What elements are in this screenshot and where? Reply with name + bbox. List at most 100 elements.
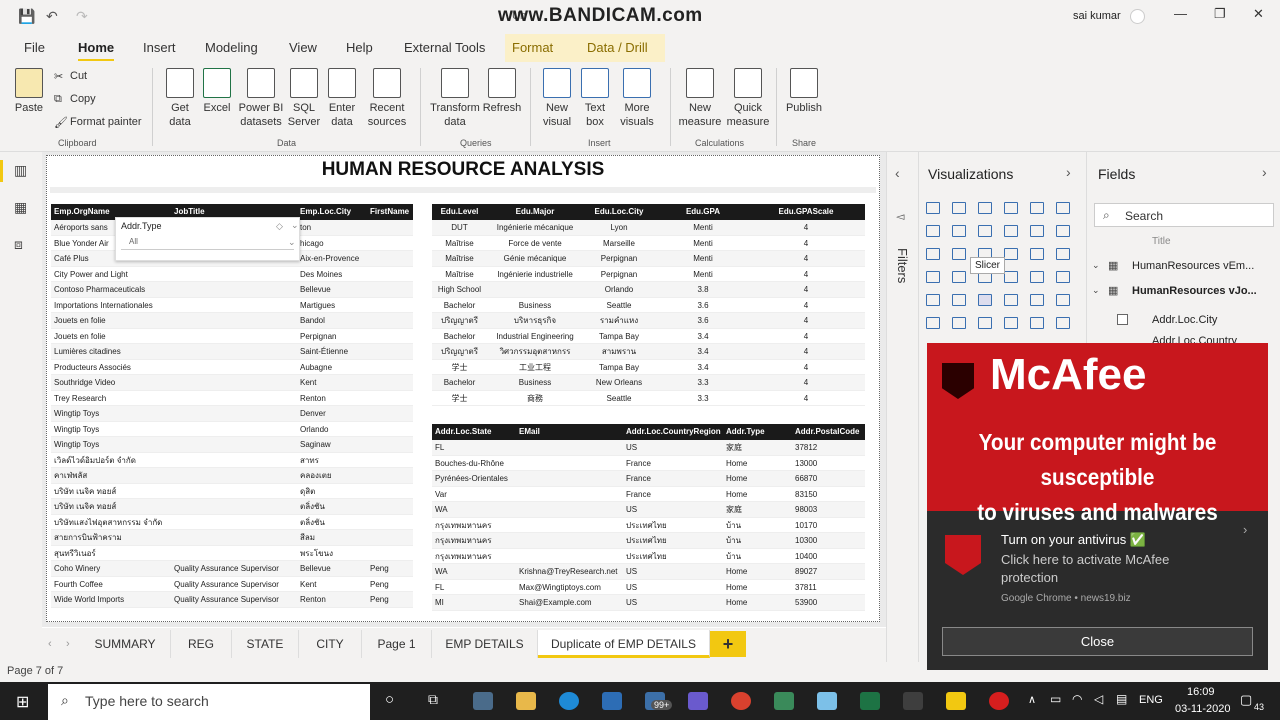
chevron-right-icon[interactable]: › bbox=[1066, 164, 1071, 180]
table-row[interactable]: Maîtrise Force de vente Marseille Menti 4 bbox=[432, 236, 865, 251]
employee-table[interactable]: Emp.OrgName JobTitle Emp.Loc.City FirstName… bbox=[51, 204, 413, 608]
table-row[interactable]: 学士 工业工程 Tampa Bay 3.4 4 bbox=[432, 360, 865, 375]
undo-icon[interactable]: ↶ bbox=[46, 8, 58, 25]
field-table-vjob[interactable]: HumanResources vJo... bbox=[1132, 285, 1257, 297]
excel-button[interactable]: Excel bbox=[200, 68, 234, 115]
more-visuals-button[interactable]: More visuals bbox=[612, 68, 662, 129]
table-row[interactable]: เวิลด์ไวด์อิมปอร์ต จำกัด สาทร bbox=[51, 453, 413, 468]
visual-type-icon[interactable] bbox=[926, 248, 940, 260]
table-row[interactable]: Var France Home 83150 bbox=[432, 487, 865, 502]
tab-external-tools[interactable]: External Tools bbox=[404, 40, 485, 55]
tab-state[interactable]: STATE bbox=[232, 630, 299, 658]
tab-home[interactable]: Home bbox=[78, 40, 115, 61]
restore-icon[interactable]: ❐ bbox=[1214, 6, 1226, 22]
redo-icon[interactable]: ↷ bbox=[76, 8, 88, 25]
avatar[interactable] bbox=[1130, 9, 1145, 24]
column-header[interactable]: EMail bbox=[516, 424, 623, 440]
column-header[interactable]: Edu.GPAScale bbox=[751, 204, 861, 220]
field-table-vemployee[interactable]: HumanResources vEm... bbox=[1132, 260, 1254, 272]
address-table[interactable]: Addr.Loc.State EMail Addr.Loc.CountryRegio… bbox=[432, 424, 865, 611]
copy-button[interactable]: Copy bbox=[70, 93, 96, 105]
table-row[interactable]: FL Max@Wingtiptoys.com US Home 37811 bbox=[432, 580, 865, 595]
slicer-dropdown[interactable]: All bbox=[121, 234, 294, 250]
refresh-button[interactable]: Refresh bbox=[482, 68, 522, 115]
chevron-down-icon[interactable]: ⌄ bbox=[1092, 260, 1100, 271]
table-row[interactable]: กรุงเทพมหานคร ประเทศไทย บ้าน 10170 bbox=[432, 518, 865, 533]
visual-type-icon[interactable] bbox=[926, 202, 940, 214]
visual-type-icon[interactable] bbox=[1056, 271, 1070, 283]
table-row[interactable]: บริษัท เนจิค ทอยส์ ดุสิต bbox=[51, 484, 413, 499]
visual-type-icon[interactable] bbox=[1056, 317, 1070, 329]
powerbi-icon[interactable] bbox=[946, 692, 966, 710]
format-painter-button[interactable]: Format painter bbox=[70, 116, 142, 128]
visual-type-icon[interactable] bbox=[926, 225, 940, 237]
visual-type-icon[interactable] bbox=[926, 317, 940, 329]
task-view-icon[interactable]: ⧉ bbox=[428, 691, 438, 708]
table-row[interactable]: Jouets en folie Bandol bbox=[51, 313, 413, 329]
table-row[interactable]: WA Krishna@TreyResearch.net US Home 89027 bbox=[432, 564, 865, 580]
network-icon[interactable]: ▭ bbox=[1050, 692, 1061, 706]
table-row[interactable]: Bachelor Industrial Engineering Tampa Bay 3… bbox=[432, 329, 865, 344]
app-icon[interactable] bbox=[817, 692, 837, 710]
windows-start-icon[interactable]: ⊞ bbox=[16, 692, 29, 712]
table-row[interactable]: Maîtrise Ingénierie industrielle Perpignan… bbox=[432, 267, 865, 282]
table-row[interactable]: FL US 家庭 37812 bbox=[432, 440, 865, 456]
clock-time[interactable]: 16:09 bbox=[1187, 686, 1215, 698]
new-measure-button[interactable]: New measure bbox=[676, 68, 724, 129]
table-row[interactable]: Maîtrise Génie mécanique Perpignan Menti 4 bbox=[432, 251, 865, 267]
table-row[interactable]: Trey Research Renton bbox=[51, 391, 413, 406]
visual-type-icon[interactable] bbox=[926, 271, 940, 283]
chevron-down-icon[interactable]: ⌄ bbox=[1092, 285, 1100, 296]
model-view-icon[interactable]: ⧈ bbox=[14, 236, 23, 253]
addr-type-slicer[interactable]: Addr.Type All ◇ ⌄ ⌄ bbox=[115, 217, 300, 261]
store-icon[interactable] bbox=[602, 692, 622, 710]
add-page-button[interactable]: + bbox=[710, 631, 746, 657]
tab-summary[interactable]: SUMMARY bbox=[80, 630, 171, 658]
table-row[interactable]: City Power and Light Des Moines bbox=[51, 267, 413, 282]
table-row[interactable]: Wingtip Toys Saginaw bbox=[51, 437, 413, 453]
volume-icon[interactable]: ◁ bbox=[1094, 692, 1103, 706]
prev-page-icon[interactable]: ‹ bbox=[48, 638, 52, 650]
transform-data-button[interactable]: Transform data bbox=[428, 68, 482, 129]
table-row[interactable]: สายการบินฟ้าคราม สีลม bbox=[51, 530, 413, 546]
tab-page-1[interactable]: Page 1 bbox=[362, 630, 432, 658]
visual-type-icon[interactable] bbox=[952, 294, 966, 306]
column-header[interactable]: Edu.GPA bbox=[655, 204, 751, 220]
wifi-icon[interactable]: ◠ bbox=[1072, 692, 1082, 706]
table-row[interactable]: Wingtip Toys Denver bbox=[51, 406, 413, 422]
table-row[interactable]: Contoso Pharmaceuticals Bellevue bbox=[51, 282, 413, 298]
clock-date[interactable]: 03-11-2020 bbox=[1175, 703, 1230, 715]
slicer-visual-icon[interactable] bbox=[978, 294, 992, 306]
table-row[interactable]: Southridge Video Kent bbox=[51, 375, 413, 391]
visual-type-icon[interactable] bbox=[1056, 202, 1070, 214]
chevron-left-icon[interactable]: ‹ bbox=[895, 165, 900, 181]
table-row[interactable]: Jouets en folie Perpignan bbox=[51, 329, 413, 344]
chrome-icon[interactable] bbox=[731, 692, 751, 710]
visual-type-icon[interactable] bbox=[978, 225, 992, 237]
tab-format[interactable]: Format bbox=[512, 40, 553, 55]
column-header[interactable]: Addr.Loc.State bbox=[432, 424, 516, 440]
app-icon[interactable] bbox=[903, 692, 923, 710]
table-row[interactable]: กรุงเทพมหานคร ประเทศไทย บ้าน 10400 bbox=[432, 549, 865, 564]
column-header[interactable]: FirstName bbox=[367, 204, 413, 220]
visual-type-icon[interactable] bbox=[1030, 317, 1044, 329]
visual-type-icon[interactable] bbox=[1004, 248, 1018, 260]
visual-type-icon[interactable] bbox=[1056, 294, 1070, 306]
visual-type-icon[interactable] bbox=[1056, 225, 1070, 237]
close-window-icon[interactable]: ✕ bbox=[1253, 6, 1264, 22]
visual-type-icon[interactable] bbox=[1030, 271, 1044, 283]
visual-type-icon[interactable] bbox=[1056, 248, 1070, 260]
eraser-icon[interactable]: ◇ bbox=[276, 221, 283, 232]
visual-type-icon[interactable] bbox=[1004, 294, 1018, 306]
education-table[interactable]: Edu.Level Edu.Major Edu.Loc.City Edu.GPA Edu… bbox=[432, 204, 865, 406]
visual-type-icon[interactable] bbox=[1030, 225, 1044, 237]
table-row[interactable]: ปริญญาตรี วิศวกรรมอุตสาหกรร สามพราน 3.4 4 bbox=[432, 344, 865, 360]
table-row[interactable]: Pyrénées-Orientales France Home 66870 bbox=[432, 471, 865, 487]
filters-label[interactable]: Filters bbox=[895, 248, 910, 283]
table-row[interactable]: MI Shai@Example.com US Home 53900 bbox=[432, 595, 865, 611]
table-row[interactable]: Wide World Imports Quality Assurance Supe… bbox=[51, 592, 413, 608]
tab-reg[interactable]: REG bbox=[171, 630, 232, 658]
visual-type-icon[interactable] bbox=[978, 202, 992, 214]
table-row[interactable]: Coho Winery Quality Assurance Supervisor B… bbox=[51, 561, 413, 577]
save-icon[interactable]: 💾 bbox=[18, 8, 35, 25]
